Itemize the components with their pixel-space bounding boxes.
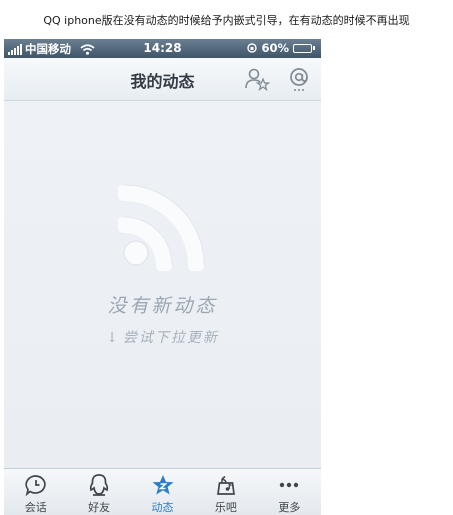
empty-hint: ↓ 尝试下拉更新: [4, 327, 321, 347]
star-icon: [152, 475, 174, 495]
nav-bar: 我的动态: [4, 58, 321, 101]
battery-percent: 60%: [261, 41, 289, 55]
chat-clock-icon: [25, 475, 46, 496]
more-dots-icon: [280, 482, 299, 488]
at-icon[interactable]: [286, 66, 312, 92]
rotation-lock-icon: [247, 43, 258, 53]
tab-leba[interactable]: 乐吧: [194, 469, 257, 515]
feed-rss-icon: [118, 184, 205, 271]
tab-label: 乐吧: [214, 501, 237, 514]
status-bar: 中国移动 14:28 60%: [4, 39, 321, 58]
tab-bar: 会话 好友 动态 乐吧 更多: [4, 468, 321, 515]
tab-feed[interactable]: 动态: [131, 469, 194, 515]
friend-star-icon[interactable]: [244, 66, 270, 92]
empty-title: 没有新动态: [107, 295, 218, 317]
phone-screen: 中国移动 14:28 60% 我的动态 没有新动态 ↓ 尝试下拉更新 会话 好友…: [4, 39, 321, 515]
empty-hint-text: 尝试下拉更新: [122, 330, 219, 346]
page-title: 我的动态: [130, 72, 195, 91]
tab-friends[interactable]: 好友: [67, 469, 130, 515]
page-caption: QQ iphone版在没有动态的时候给予内嵌式引导，在有动态的时候不再出现: [43, 14, 410, 27]
empty-state: 没有新动态 ↓ 尝试下拉更新: [4, 101, 321, 468]
arrow-down-icon: ↓: [106, 330, 120, 346]
tab-chats[interactable]: 会话: [4, 469, 67, 515]
tab-label: 会话: [24, 501, 47, 514]
tab-label: 更多: [278, 501, 301, 514]
music-stand-icon: [216, 475, 235, 495]
tab-label: 好友: [88, 501, 111, 514]
tab-label: 动态: [151, 501, 174, 514]
penguin-icon: [89, 474, 109, 496]
battery-icon: [293, 43, 315, 53]
tab-more[interactable]: 更多: [258, 469, 321, 515]
